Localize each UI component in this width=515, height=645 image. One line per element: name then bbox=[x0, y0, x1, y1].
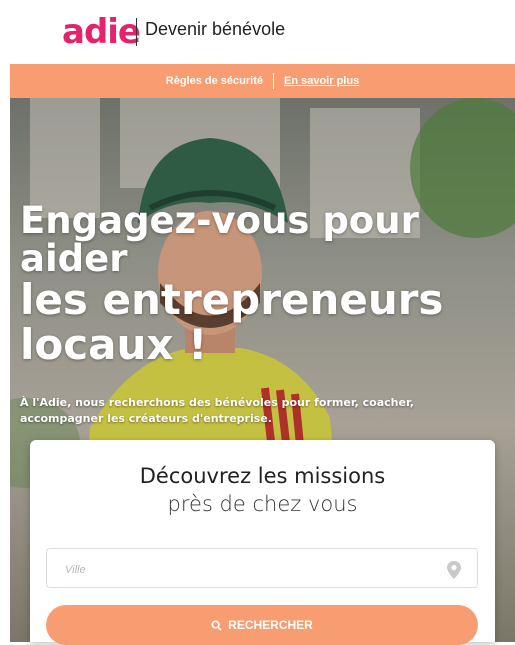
search-card: Découvrez les missions près de chez vous… bbox=[30, 440, 495, 645]
learn-more-link[interactable]: En savoir plus bbox=[284, 75, 359, 87]
city-field[interactable] bbox=[46, 548, 478, 588]
search-button[interactable]: RECHERCHER bbox=[46, 605, 478, 645]
adie-logo[interactable]: adie bbox=[62, 12, 141, 52]
hero-title-line: Engagez-vous pour bbox=[20, 199, 419, 242]
hero-title-line: aider bbox=[20, 237, 128, 280]
hero-title: Engagez-vous pour aider les entrepreneur… bbox=[20, 202, 443, 368]
logo-text: adie bbox=[62, 12, 141, 52]
hero-title-line: locaux ! bbox=[20, 320, 208, 369]
search-card-title: Découvrez les missions bbox=[139, 464, 386, 488]
safety-banner: Règles de sécurité En savoir plus bbox=[10, 64, 515, 98]
search-card-subtitle: près de chez vous bbox=[167, 492, 358, 516]
hero-title-line: les entrepreneurs bbox=[20, 275, 444, 324]
hero-subtitle: À l'Adie, nous recherchons des bénévoles… bbox=[20, 396, 414, 425]
search-icon bbox=[211, 619, 222, 631]
banner-divider bbox=[273, 73, 274, 89]
search-button-label: RECHERCHER bbox=[228, 618, 313, 632]
logo-separator bbox=[136, 18, 137, 46]
city-input[interactable] bbox=[63, 559, 427, 581]
site-header: adie Devenir bénévole bbox=[0, 0, 515, 64]
map-pin-icon bbox=[447, 561, 461, 579]
safety-rules-text: Règles de sécurité bbox=[165, 75, 263, 87]
header-tagline: Devenir bénévole bbox=[145, 19, 286, 39]
